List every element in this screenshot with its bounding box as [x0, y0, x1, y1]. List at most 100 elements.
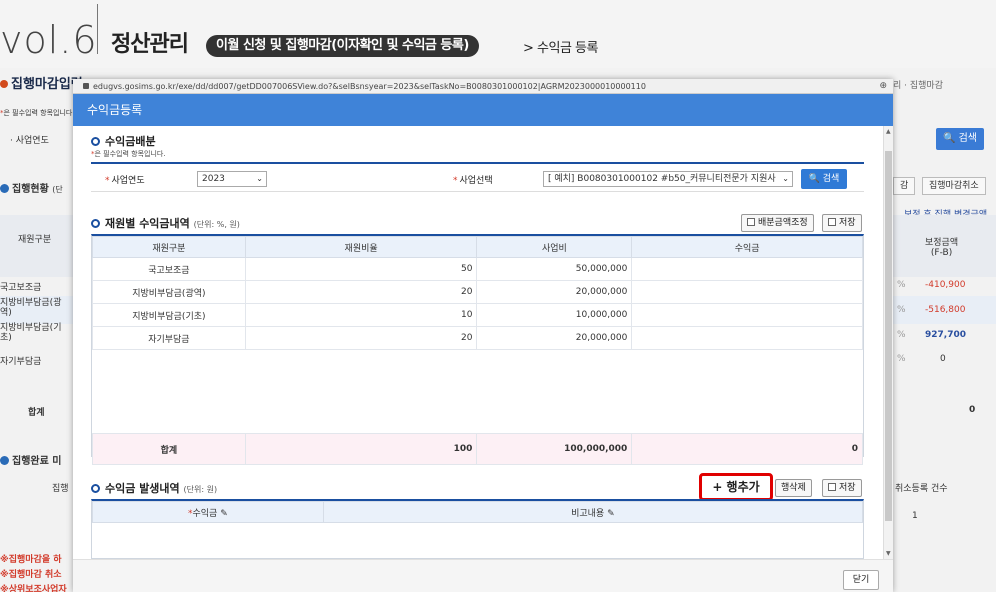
required-note: *은 필수입력 항목입니다. [91, 150, 166, 158]
background-required-note: *은 필수입력 항목입니다. [0, 109, 75, 117]
background-year-label: · 사업연도 [10, 136, 49, 146]
total-cost: 100,000,000 [476, 433, 633, 465]
background-cancel-count-value: 1 [912, 511, 918, 521]
column-header: 재원구분 [92, 236, 246, 258]
section-ring-icon [91, 484, 100, 493]
cell-income[interactable] [631, 326, 863, 350]
cell-source: 지방비부담금(기초) [92, 303, 246, 327]
edit-icon: ✎ [607, 508, 615, 519]
zoom-icon[interactable]: ⊕ [879, 79, 887, 94]
total-income: 0 [631, 433, 863, 465]
background-pct: % [897, 280, 906, 290]
total-label: 합계 [92, 433, 246, 465]
close-button[interactable]: 닫기 [843, 570, 879, 590]
save-button[interactable]: 저장 [822, 479, 862, 497]
save-icon [828, 218, 836, 226]
search-button[interactable]: 🔍 검색 [801, 169, 847, 189]
save-icon [828, 483, 836, 491]
background-row: 지방비부담금(광역) [0, 298, 62, 318]
income-by-source-table: 재원구분 재원비율 사업비 수익금 국고보조금 50 50,000,000 지방… [92, 236, 863, 465]
background-exec-status: 집행현황 (단 [0, 180, 63, 195]
column-header: 재원비율 [244, 236, 478, 258]
background-pct: % [897, 330, 906, 340]
breadcrumb: > 수익금 등록 [523, 41, 598, 56]
section-income-occurrence: 수익금 발생내역 (단위: 원) [91, 480, 217, 496]
background-total: 합계 [28, 408, 45, 418]
background-header-strip [0, 215, 80, 277]
cell-source: 국고보조금 [92, 257, 246, 281]
cell-cost: 50,000,000 [476, 257, 633, 281]
scroll-down-icon[interactable]: ▼ [886, 550, 891, 557]
cell-income[interactable] [631, 257, 863, 281]
adjust-allocation-button[interactable]: 배분금액조정 [741, 214, 814, 232]
business-select[interactable]: [ 예치] B0080301000102 #b50_커뮤니티전문가 지원사 ⌄ [543, 171, 793, 187]
table-row[interactable]: 국고보조금 50 50,000,000 [92, 257, 863, 281]
popup-scrollbar[interactable]: ▲ ▼ [883, 126, 893, 559]
scrollbar-thumb[interactable] [885, 151, 892, 521]
income-occurrence-grid: *수익금 ✎ 비고내용 ✎ [91, 499, 864, 559]
lock-icon [83, 83, 89, 89]
income-occurrence-table: *수익금 ✎ 비고내용 ✎ [92, 501, 864, 523]
cell-cost: 10,000,000 [476, 303, 633, 327]
background-pct: % [897, 354, 906, 364]
background-right-col: 보정금액 (F-B) [925, 238, 959, 258]
title-dot-icon [0, 80, 8, 88]
background-cancel-exec-button[interactable]: 집행마감취소 [922, 177, 986, 195]
background-row: 자기부담금 [0, 357, 42, 367]
scroll-up-icon[interactable]: ▲ [886, 128, 891, 135]
background-cancel-count: 취소등록 건수 [895, 484, 948, 494]
url-text: edugvs.gosims.go.kr/exe/dd/dd007/getDD00… [93, 82, 646, 91]
edit-icon: ✎ [220, 508, 228, 519]
cell-income[interactable] [631, 280, 863, 304]
cell-ratio: 20 [244, 326, 478, 350]
volume-label: vol.6 [0, 18, 98, 62]
background-right-value: -516,800 [925, 305, 966, 315]
divider [97, 4, 98, 54]
background-right-total: 0 [969, 405, 976, 415]
year-label: * 사업연도 [105, 176, 145, 186]
background-search-button[interactable]: 🔍 검색 [936, 128, 984, 150]
save-button[interactable]: 저장 [822, 214, 862, 232]
subtitle-pill: 이월 신청 및 집행마감(이자확인 및 수익금 등록) [206, 35, 479, 57]
background-pct: % [897, 305, 906, 315]
column-header: 수익금 [631, 236, 863, 258]
cell-source: 자기부담금 [92, 326, 246, 350]
section-dot-icon [0, 456, 9, 465]
background-row: 지방비부담금(기초) [0, 323, 62, 343]
background-exec-col: 집행 [52, 484, 69, 494]
cell-cost: 20,000,000 [476, 280, 633, 304]
delete-row-button[interactable]: 행삭제 [775, 479, 812, 497]
cell-ratio: 20 [244, 280, 478, 304]
search-form: * 사업연도 2023 ⌄ * 사업선택 [ 예치] B0080301000102 #… [91, 162, 864, 192]
section-title: 정산관리 [111, 32, 189, 57]
section-ring-icon [91, 137, 100, 146]
background-warning: ※집행마감을 하 [0, 555, 62, 565]
section-ring-icon [91, 219, 100, 228]
column-header-remarks: 비고내용 ✎ [322, 501, 864, 523]
edit-icon [747, 218, 755, 226]
table-row[interactable]: 자기부담금 20 20,000,000 [92, 326, 863, 350]
column-header-income: *수익금 ✎ [92, 501, 324, 523]
total-ratio: 100 [244, 433, 478, 465]
background-done-section: 집행완료 미 [0, 452, 61, 467]
background-close-exec-button[interactable]: 감 [893, 177, 916, 195]
table-row[interactable]: 지방비부담금(광역) 20 20,000,000 [92, 280, 863, 304]
cell-cost: 20,000,000 [476, 326, 633, 350]
business-label: * 사업선택 [453, 176, 493, 186]
cell-ratio: 10 [244, 303, 478, 327]
empty-grid-space [93, 350, 863, 434]
background-right-value: -410,900 [925, 280, 966, 290]
add-row-button[interactable]: + 행추가 [699, 473, 773, 501]
table-row[interactable]: 지방비부담금(기초) 10 10,000,000 [92, 303, 863, 327]
income-by-source-grid: 재원구분 재원비율 사업비 수익금 국고보조금 50 50,000,000 지방… [91, 234, 864, 465]
popup-title: 수익금등록 [73, 94, 893, 126]
year-select[interactable]: 2023 ⌄ [197, 171, 267, 187]
cell-income[interactable] [631, 303, 863, 327]
url-bar[interactable]: edugvs.gosims.go.kr/exe/dd/dd007/getDD00… [73, 79, 893, 94]
background-warning: ※집행마감 취소 [0, 570, 62, 580]
background-right-breadcrumb: 리 · 집행마감 [893, 81, 943, 91]
cell-ratio: 50 [244, 257, 478, 281]
column-header: 사업비 [476, 236, 633, 258]
chevron-down-icon: ⌄ [256, 174, 263, 183]
background-col-source: 재원구분 [18, 235, 52, 245]
